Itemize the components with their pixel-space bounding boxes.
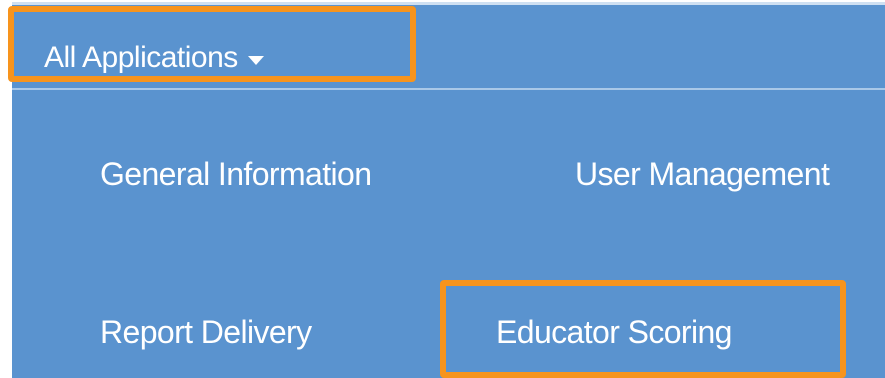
nav-item-report-delivery[interactable]: Report Delivery [100, 314, 312, 351]
nav-item-label: Report Delivery [100, 314, 312, 350]
nav-item-label: Educator Scoring [496, 314, 732, 350]
caret-down-icon [247, 55, 264, 65]
divider [12, 88, 885, 90]
all-applications-label: All Applications [44, 41, 238, 74]
applications-panel: All Applications General Information Use… [12, 2, 885, 378]
nav-item-label: User Management [575, 156, 830, 192]
nav-item-general-information[interactable]: General Information [100, 156, 372, 193]
top-bar: All Applications [12, 2, 885, 88]
nav-item-educator-scoring[interactable]: Educator Scoring [496, 314, 732, 351]
all-applications-dropdown[interactable]: All Applications [44, 41, 264, 75]
nav-item-user-management[interactable]: User Management [575, 156, 830, 193]
nav-item-label: General Information [100, 156, 372, 192]
